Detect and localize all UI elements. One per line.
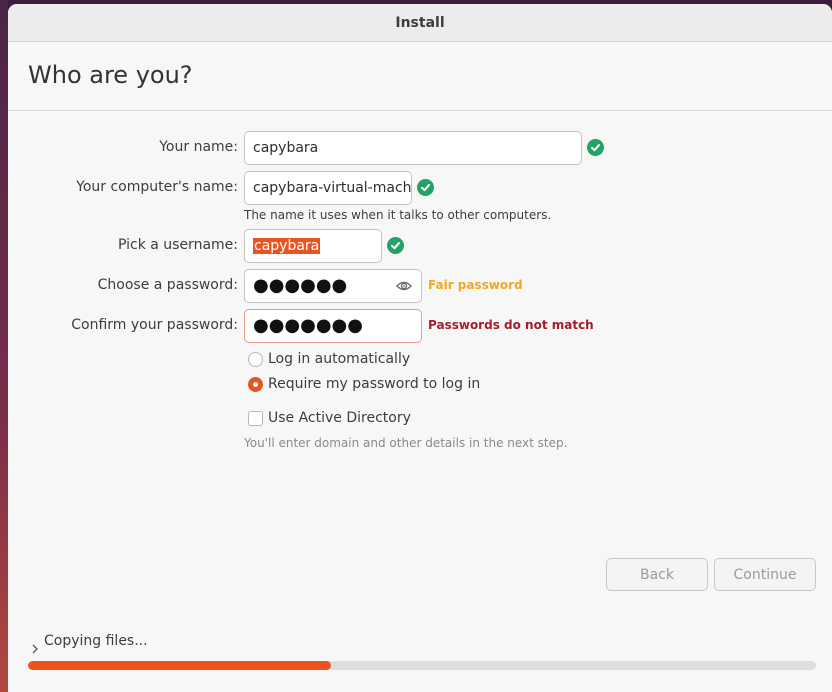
progress-bar	[28, 661, 816, 670]
name-value: capybara	[253, 140, 319, 156]
installer-window: Install Who are you? Your name: capybara…	[8, 4, 832, 692]
desktop-background	[0, 0, 8, 692]
active-directory-hint: You'll enter domain and other details in…	[244, 436, 568, 450]
password-label: Choose a password:	[97, 277, 238, 293]
progress-label: Copying files...	[44, 633, 148, 649]
chevron-right-icon[interactable]	[32, 639, 38, 658]
computer-name-valid-check-icon	[417, 179, 434, 196]
computer-name-value: capybara-virtual-machi	[253, 180, 412, 196]
username-valid-check-icon	[387, 237, 404, 254]
progress-bar-fill	[28, 661, 332, 670]
computer-name-input[interactable]: capybara-virtual-machi	[244, 171, 412, 205]
page-header: Who are you?	[8, 42, 832, 111]
confirm-password-error: Passwords do not match	[428, 318, 594, 332]
active-directory-label[interactable]: Use Active Directory	[268, 410, 411, 426]
username-value: capybara	[253, 238, 321, 254]
continue-button[interactable]: Continue	[714, 558, 816, 591]
computer-name-hint: The name it uses when it talks to other …	[244, 208, 552, 222]
window-title: Install	[395, 14, 445, 31]
confirm-password-input[interactable]: ●●●●●●●	[244, 309, 422, 343]
active-directory-checkbox[interactable]	[248, 411, 263, 426]
confirm-password-value: ●●●●●●●	[253, 315, 363, 336]
login-require-radio[interactable]	[248, 377, 263, 392]
login-auto-label[interactable]: Log in automatically	[268, 351, 410, 367]
confirm-password-label: Confirm your password:	[71, 317, 238, 333]
login-require-label[interactable]: Require my password to log in	[268, 376, 480, 392]
password-value: ●●●●●●	[253, 275, 348, 296]
name-valid-check-icon	[587, 139, 604, 156]
page-title: Who are you?	[28, 61, 193, 89]
back-button[interactable]: Back	[606, 558, 708, 591]
name-label: Your name:	[159, 139, 238, 155]
login-auto-radio[interactable]	[248, 352, 263, 367]
password-strength: Fair password	[428, 278, 523, 292]
name-input[interactable]: capybara	[244, 131, 582, 165]
username-label: Pick a username:	[117, 237, 238, 253]
computer-name-label: Your computer's name:	[76, 179, 238, 195]
username-input[interactable]: capybara	[244, 229, 382, 263]
titlebar: Install	[8, 4, 832, 42]
eye-icon[interactable]	[396, 278, 412, 292]
